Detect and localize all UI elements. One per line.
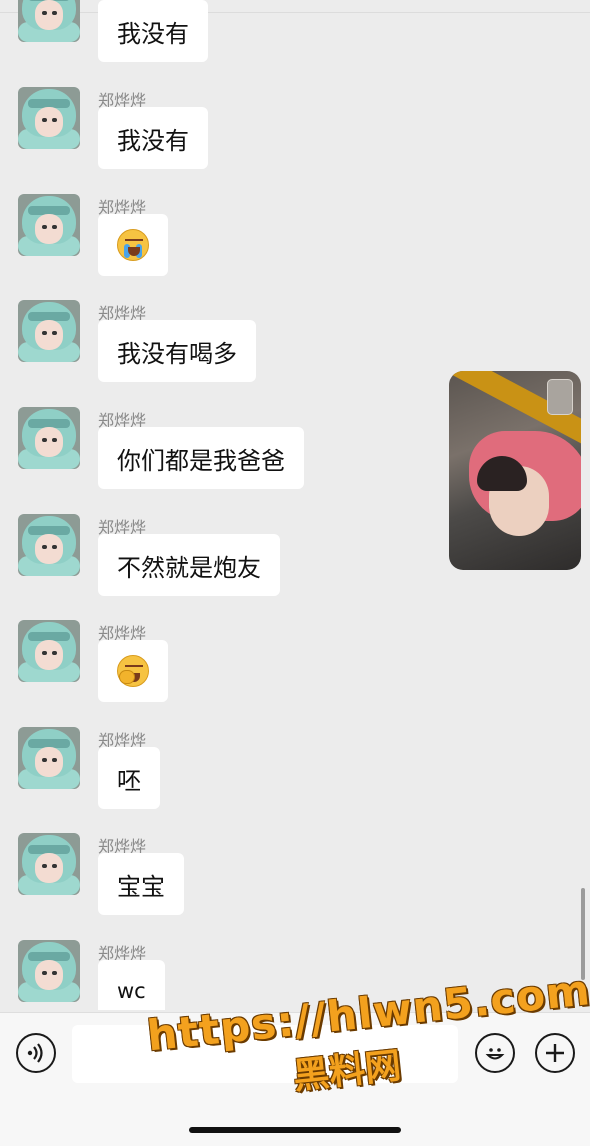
avatar[interactable] — [18, 407, 80, 469]
message-row: 郑烨烨 — [18, 620, 518, 704]
message-bubble[interactable]: 不然就是炮友 — [98, 534, 280, 596]
avatar[interactable] — [18, 514, 80, 576]
message-text: 宝宝 — [117, 872, 165, 901]
message-row: 郑烨烨 宝宝 — [18, 833, 518, 917]
avatar[interactable] — [18, 194, 80, 256]
message-bubble[interactable] — [98, 640, 168, 702]
avatar[interactable] — [18, 833, 80, 895]
avatar[interactable] — [18, 300, 80, 362]
message-bubble[interactable]: 我没有 — [98, 107, 208, 169]
message-bubble[interactable]: 你们都是我爸爸 — [98, 427, 304, 489]
message-row: 郑烨烨 — [18, 194, 518, 278]
message-row: 郑烨烨 不然就是炮友 — [18, 514, 518, 598]
message-text: 我没有 — [117, 126, 189, 155]
home-indicator[interactable] — [189, 1127, 401, 1133]
video-call-thumbnail[interactable] — [449, 371, 581, 570]
message-row: 郑烨烨 呸 — [18, 727, 518, 811]
message-bubble[interactable]: 我没有喝多 — [98, 320, 256, 382]
message-text: 我没有 — [117, 19, 189, 48]
avatar[interactable] — [18, 940, 80, 1002]
message-text: 你们都是我爸爸 — [117, 446, 285, 475]
message-bubble[interactable]: 呸 — [98, 747, 160, 809]
message-text: 我没有喝多 — [117, 339, 237, 368]
message-text: 呸 — [117, 766, 141, 795]
message-bubble[interactable] — [98, 214, 168, 276]
avatar[interactable] — [18, 87, 80, 149]
voice-icon[interactable] — [16, 1033, 56, 1073]
avatar[interactable] — [18, 620, 80, 682]
self-view-thumbnail[interactable] — [547, 379, 573, 415]
message-bubble[interactable]: 宝宝 — [98, 853, 184, 915]
message-text: 不然就是炮友 — [117, 553, 261, 582]
message-bubble[interactable]: wc — [98, 960, 165, 1010]
crying-face-icon — [117, 229, 149, 261]
message-row: 郑烨烨 我没有 — [18, 87, 518, 171]
message-row: 郑烨烨 我没有喝多 — [18, 300, 518, 384]
message-row: 我没有 — [18, 0, 518, 64]
message-text: wc — [117, 979, 146, 1003]
avatar[interactable] — [18, 727, 80, 789]
avatar[interactable] — [18, 0, 80, 42]
message-bubble[interactable]: 我没有 — [98, 0, 208, 62]
message-row: 郑烨烨 你们都是我爸爸 — [18, 407, 518, 491]
face-palm-icon — [117, 655, 149, 687]
